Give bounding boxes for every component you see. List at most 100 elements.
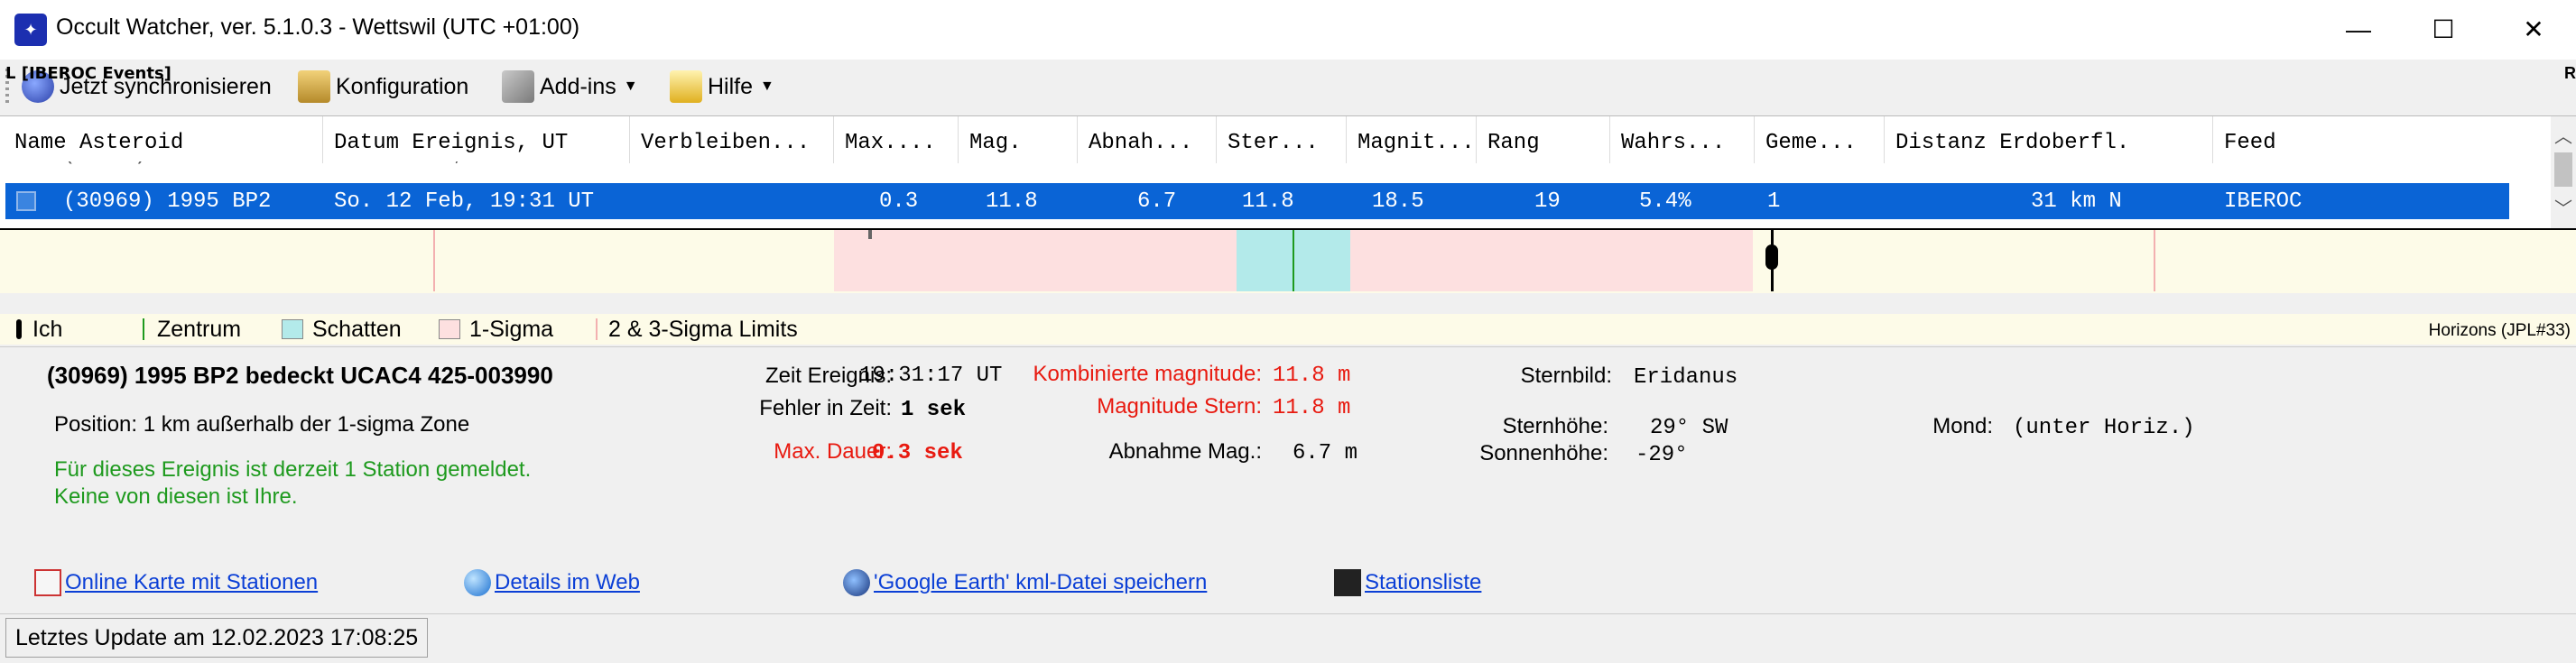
sigma-limit-icon <box>596 318 598 340</box>
cell-distance: 85 km SW <box>2031 161 2127 172</box>
app-icon: ✦ <box>14 14 47 46</box>
cell-max: 0.3 <box>879 161 915 172</box>
event-heading: (30969) 1995 BP2 bedeckt UCAC4 425-00399… <box>47 362 553 389</box>
legend-sigma23-label: 2 & 3-Sigma Limits <box>608 317 798 342</box>
col-header[interactable]: Geme... <box>1755 116 1885 163</box>
toolbar: Jetzt synchronisieren Konfiguration Add-… <box>0 60 2576 114</box>
sternhoehe-label: Sternhöhe: <box>1502 414 1608 438</box>
cell-star: 11.8 <box>1242 189 1294 214</box>
cell-star: 15.4 <box>1242 161 1290 172</box>
help-label: Hilfe <box>708 73 754 99</box>
sonnenhoehe-label: Sonnenhöhe: <box>1479 441 1608 465</box>
cell-date: So. 12 Feb, 19:15 UT <box>334 161 572 172</box>
legend-shadow: Schatten <box>282 314 402 345</box>
config-icon <box>298 70 330 103</box>
col-header[interactable]: Wahrs... <box>1610 116 1755 163</box>
close-button[interactable]: ✕ <box>2502 7 2565 52</box>
dauer-value: 0.3 sek <box>872 441 963 465</box>
map-icon <box>34 569 61 596</box>
fehler-label: Fehler in Zeit: <box>759 396 892 420</box>
col-header[interactable]: Feed <box>2213 116 2551 163</box>
event-timeline[interactable] <box>0 228 2576 293</box>
help-icon <box>670 70 702 103</box>
zeit-label: Zeit Ereignis: <box>764 364 892 388</box>
config-label: Konfiguration <box>336 73 469 99</box>
cell-magnit: 19.5 <box>1372 161 1420 172</box>
config-button[interactable]: Konfiguration <box>298 67 468 106</box>
sternbild-value: Eridanus <box>1634 365 1738 390</box>
cell-date: So. 12 Feb, 19:31 UT <box>334 189 595 214</box>
addins-button[interactable]: Add-ins ▼ <box>502 67 638 106</box>
table-row[interactable]: (59200) 2001 BE24 So. 12 Feb, 19:15 UT 0… <box>0 161 2527 174</box>
maximize-button[interactable]: ☐ <box>2412 7 2475 52</box>
cell-rank: 15 <box>1534 161 1558 172</box>
observer-icon <box>16 319 22 339</box>
observer-icon <box>1765 244 1778 270</box>
map-link[interactable]: Online Karte mit Stationen <box>34 569 318 596</box>
timeline-right-label: R <box>2564 64 2576 82</box>
web-link[interactable]: Details im Web <box>464 569 640 596</box>
telescope-icon <box>1334 569 1361 596</box>
map-link-label[interactable]: Online Karte mit Stationen <box>65 570 318 595</box>
chevron-down-icon: ▼ <box>760 78 774 94</box>
abnahme-value: 6.7 m <box>1293 441 1358 465</box>
sigma1-band <box>834 230 1237 291</box>
sternbild-label: Sternbild: <box>1520 364 1612 388</box>
magstern-value: 11.8 m <box>1273 396 1351 420</box>
legend: Ich Zentrum Schatten 1-Sigma 2 & 3-Sigma… <box>0 314 2576 345</box>
stations-link[interactable]: Stationsliste <box>1334 569 1481 596</box>
sternhoehe-value: 29° SW <box>1650 416 1728 440</box>
stations-link-label[interactable]: Stationsliste <box>1365 570 1481 595</box>
mond-value: (unter Horiz.) <box>2013 416 2195 440</box>
legend-me-label: Ich <box>32 317 63 342</box>
table-row-selected[interactable]: (30969) 1995 BP2 So. 12 Feb, 19:31 UT 0.… <box>5 183 2509 219</box>
kml-link-label[interactable]: 'Google Earth' kml-Datei speichern <box>874 570 1207 595</box>
scroll-up-icon[interactable]: ︿ <box>2551 122 2576 148</box>
cell-rank: 19 <box>1534 189 1561 214</box>
status-text: Letztes Update am 12.02.2023 17:08:25 <box>5 618 429 658</box>
cell-prob: 5.4% <box>1639 189 1691 214</box>
stations-line-2: Keine von diesen ist Ihre. <box>54 484 298 509</box>
sigma1-band <box>1350 230 1753 291</box>
grid-header-right: Magnit... Rang Wahrs... Geme... Distanz … <box>0 116 2551 163</box>
legend-sigma23: 2 & 3-Sigma Limits <box>596 314 798 345</box>
shadow-swatch <box>282 319 303 339</box>
globe-icon <box>843 569 870 596</box>
cell-feed: IBEROC <box>2224 161 2295 172</box>
sigma-limit-line <box>433 230 435 291</box>
scroll-down-icon[interactable]: ﹀ <box>2551 194 2576 220</box>
cell-distance: 31 km N <box>2031 189 2122 214</box>
cell-drop: 0.1 <box>1128 161 1164 172</box>
cell-feed: IBEROC <box>2224 189 2303 214</box>
cell-name: (59200) 2001 BE24 <box>63 161 265 172</box>
minimize-button[interactable]: — <box>2327 7 2390 52</box>
tools-icon <box>502 70 534 103</box>
cell-reported: 0 <box>1767 161 1779 172</box>
grid-scrollbar[interactable]: ︿ ﹀ <box>2551 116 2576 229</box>
col-header[interactable]: Distanz Erdoberfl. <box>1885 116 2213 163</box>
position-text: Position: 1 km außerhalb der 1-sigma Zon… <box>54 412 470 437</box>
cell-max: 0.3 <box>879 189 919 214</box>
window-title: Occult Watcher, ver. 5.1.0.3 - Wettswil … <box>56 14 580 40</box>
col-header[interactable]: Rang <box>1477 116 1610 163</box>
col-header[interactable]: Magnit... <box>1347 116 1477 163</box>
cell-magnit: 18.5 <box>1372 189 1424 214</box>
legend-me: Ich <box>16 314 62 345</box>
kml-link[interactable]: 'Google Earth' kml-Datei speichern <box>843 569 1207 596</box>
title-bar: ✦ Occult Watcher, ver. 5.1.0.3 - Wettswi… <box>0 0 2576 60</box>
abnahme-label: Abnahme Mag.: <box>1108 439 1262 464</box>
help-button[interactable]: Hilfe ▼ <box>670 67 774 106</box>
row-checkbox[interactable] <box>16 191 36 211</box>
tick-mark <box>868 230 872 239</box>
legend-center-label: Zentrum <box>157 317 242 342</box>
kombi-label: Kombinierte magnitude: <box>1033 362 1262 386</box>
horizons-label: Horizons (JPL#33) <box>2428 321 2571 340</box>
center-line-icon <box>143 318 144 340</box>
chevron-down-icon: ▼ <box>623 78 638 94</box>
events-grid[interactable]: Name Asteroid Datum Ereignis, UT Verblei… <box>0 115 2576 229</box>
scroll-thumb[interactable] <box>2554 152 2572 187</box>
center-line <box>1293 230 1294 291</box>
legend-shadow-label: Schatten <box>312 317 402 342</box>
cell-prob: 3.5% <box>1639 161 1687 172</box>
web-link-label[interactable]: Details im Web <box>495 570 640 595</box>
